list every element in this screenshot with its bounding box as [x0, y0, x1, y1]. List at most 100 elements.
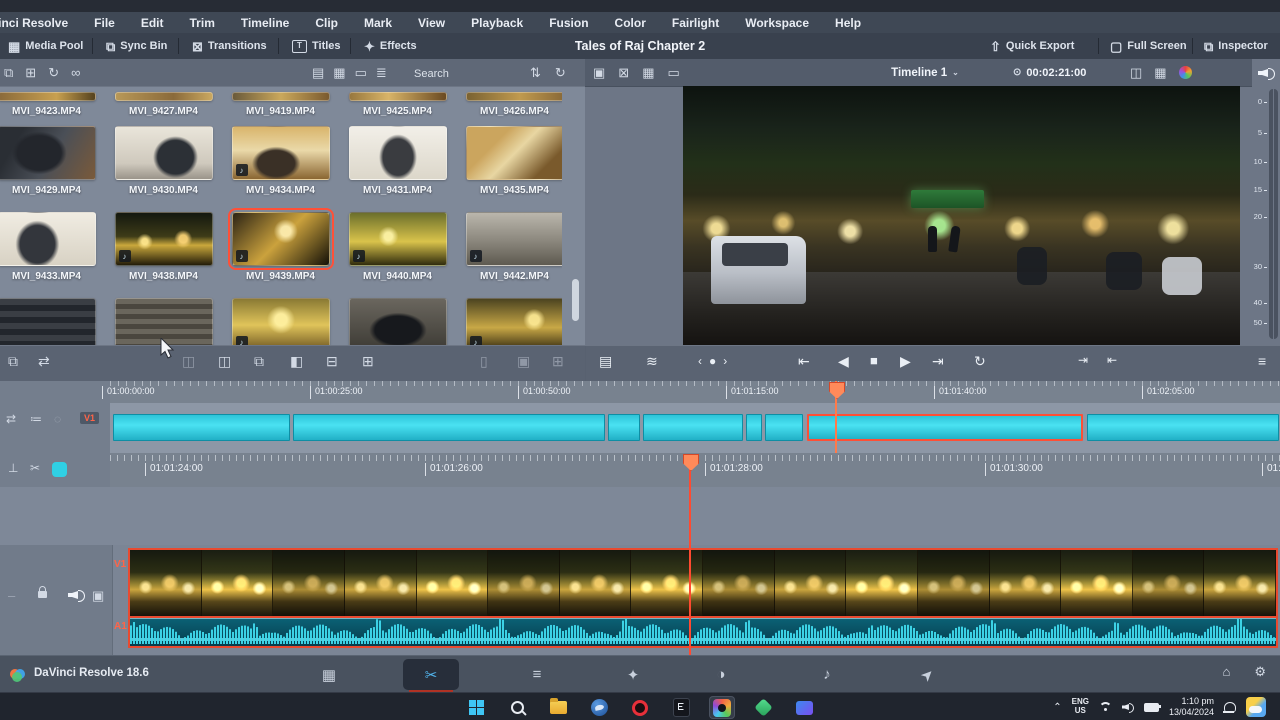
- page-tab-color[interactable]: ◑: [693, 659, 749, 690]
- menu-mark[interactable]: Mark: [351, 16, 405, 30]
- sync-bin-button[interactable]: ⧉ Sync Bin: [106, 33, 167, 59]
- upper-timeline-ruler[interactable]: 01:00:00:0001:00:25:0001:00:50:0001:01:1…: [110, 381, 1280, 404]
- match-out-icon[interactable]: ⇥: [1078, 354, 1088, 366]
- clip-settings-icon[interactable]: ≋: [646, 354, 658, 368]
- taskbar-search-icon[interactable]: [504, 696, 530, 719]
- track-option-icon[interactable]: –: [8, 589, 15, 602]
- search-box[interactable]: [412, 63, 524, 82]
- transform-icon[interactable]: ⊞: [552, 354, 564, 368]
- media-clip[interactable]: [339, 294, 456, 345]
- home-icon[interactable]: ⌂: [1222, 665, 1230, 678]
- media-clip[interactable]: ♪: [222, 294, 339, 345]
- hidden-icons-caret[interactable]: ⌃: [1053, 702, 1061, 713]
- menu-edit[interactable]: Edit: [128, 16, 177, 30]
- battery-icon[interactable]: [1144, 703, 1159, 712]
- timeline-clip[interactable]: [608, 414, 640, 441]
- mark-tool-icon[interactable]: ⊥: [8, 462, 18, 474]
- project-settings-gear-icon[interactable]: ⚙: [1254, 665, 1266, 678]
- clip-thumbnail[interactable]: ♪: [232, 298, 330, 345]
- widgets-weather-icon[interactable]: [1246, 697, 1266, 717]
- media-clip[interactable]: ♪MVI_9434.MP4: [222, 122, 339, 208]
- clip-thumbnail[interactable]: [115, 126, 213, 180]
- sort-icon[interactable]: ⇅: [530, 66, 541, 79]
- media-clip[interactable]: MVI_9426.MP4: [456, 86, 562, 122]
- menu-playback[interactable]: Playback: [458, 16, 536, 30]
- clip-thumbnail[interactable]: [466, 92, 563, 101]
- selected-timeline-clip[interactable]: [807, 414, 1083, 441]
- clip-thumbnail[interactable]: ♪: [349, 212, 447, 266]
- media-clip[interactable]: ♪MVI_9439.MP4: [222, 208, 339, 294]
- clip-thumbnail[interactable]: [115, 92, 213, 101]
- menu-workspace[interactable]: Workspace: [732, 16, 822, 30]
- clip-thumbnail[interactable]: [0, 298, 96, 345]
- media-clip[interactable]: MVI_9429.MP4: [0, 122, 105, 208]
- list-view-icon[interactable]: ≣: [376, 66, 387, 79]
- viewer-mode-icon[interactable]: ▭: [668, 66, 680, 79]
- sync-icon[interactable]: ↻: [48, 66, 59, 79]
- first-frame-button[interactable]: ⇤: [798, 354, 810, 368]
- jog-control[interactable]: ‹●›: [698, 354, 734, 368]
- last-frame-button[interactable]: ⇥: [932, 354, 944, 368]
- timeline-options-menu-icon[interactable]: ≡: [1258, 354, 1266, 368]
- media-clip[interactable]: ♪MVI_9440.MP4: [339, 208, 456, 294]
- trim-editor-icon[interactable]: ▯: [480, 354, 488, 368]
- wipe-mode-icon[interactable]: ◫: [1130, 66, 1142, 79]
- timeline-clip[interactable]: [643, 414, 743, 441]
- taskbar-resolve-icon[interactable]: [709, 696, 735, 719]
- timeline-clip[interactable]: [293, 414, 605, 441]
- taskbar-epic-icon[interactable]: [668, 696, 694, 719]
- mute-track-icon[interactable]: [68, 588, 84, 602]
- timeline-clip[interactable]: [765, 414, 803, 441]
- taskbar-clock[interactable]: 1:10 pm 13/04/2024: [1169, 696, 1214, 719]
- full-screen-button[interactable]: ▢ Full Screen: [1110, 33, 1187, 59]
- page-tab-deliver[interactable]: ➤: [899, 659, 955, 690]
- quick-export-button[interactable]: ⇧ Quick Export: [990, 33, 1074, 59]
- timeline-tool-icon[interactable]: ⇄: [6, 413, 16, 425]
- dynamic-zoom-icon[interactable]: ▣: [517, 354, 530, 368]
- upper-timeline-track[interactable]: [110, 403, 1280, 453]
- video-clip-filmstrip[interactable]: [128, 548, 1278, 618]
- notifications-bell-icon[interactable]: [1224, 702, 1236, 713]
- source-clip-icon[interactable]: ▣: [593, 66, 605, 79]
- split-clip-icon[interactable]: ✂: [30, 462, 40, 474]
- menu-color[interactable]: Color: [602, 16, 659, 30]
- lower-playhead[interactable]: [689, 454, 691, 655]
- place-on-top-icon[interactable]: ⊞: [362, 354, 374, 368]
- menu-file[interactable]: File: [81, 16, 128, 30]
- clip-thumbnail[interactable]: [466, 126, 563, 180]
- clip-thumbnail[interactable]: [349, 298, 447, 345]
- menu-fairlight[interactable]: Fairlight: [659, 16, 732, 30]
- scrollbar-thumb[interactable]: [572, 279, 579, 321]
- offline-ref-icon[interactable]: ⊠: [618, 66, 629, 79]
- track-display-icon[interactable]: ▣: [92, 589, 104, 602]
- audio-clip-waveform[interactable]: [128, 618, 1278, 648]
- menu-clip[interactable]: Clip: [302, 16, 351, 30]
- taskbar-opera-icon[interactable]: [627, 696, 653, 719]
- refresh-icon[interactable]: ↻: [555, 66, 566, 79]
- taskbar-start-icon[interactable]: [463, 696, 489, 719]
- overwrite-clip-icon[interactable]: ◧: [290, 354, 303, 368]
- search-input[interactable]: [412, 63, 528, 84]
- replace-clip-icon[interactable]: ⊟: [326, 354, 338, 368]
- timeline-clip[interactable]: [746, 414, 762, 441]
- video-preview[interactable]: [683, 86, 1240, 345]
- timeline-view-icon[interactable]: ▤: [599, 354, 612, 368]
- multicam-icon[interactable]: ▦: [642, 66, 654, 79]
- media-clip[interactable]: MVI_9423.MP4: [0, 86, 105, 122]
- media-clip[interactable]: MVI_9433.MP4: [0, 208, 105, 294]
- menu-davinci-resolve[interactable]: DaVinci Resolve: [0, 16, 81, 30]
- media-clip[interactable]: MVI_9425.MP4: [339, 86, 456, 122]
- page-tab-cut[interactable]: ✂: [403, 659, 459, 690]
- taskbar-media-app-icon[interactable]: [791, 696, 817, 719]
- media-pool-scrollbar[interactable]: [572, 119, 579, 345]
- menu-view[interactable]: View: [405, 16, 458, 30]
- lock-track-icon[interactable]: [38, 591, 47, 598]
- media-clip[interactable]: ♪MVI_9438.MP4: [105, 208, 222, 294]
- taskbar-app-green-icon[interactable]: [750, 696, 776, 719]
- stop-button[interactable]: ■: [870, 354, 878, 367]
- clip-thumbnail[interactable]: [349, 92, 447, 101]
- new-bin-icon[interactable]: ⊞: [25, 66, 36, 79]
- ripple-overwrite-icon[interactable]: ⇄: [38, 354, 50, 368]
- clip-thumbnail[interactable]: [0, 212, 96, 266]
- page-tab-fairlight[interactable]: ♪: [799, 659, 855, 690]
